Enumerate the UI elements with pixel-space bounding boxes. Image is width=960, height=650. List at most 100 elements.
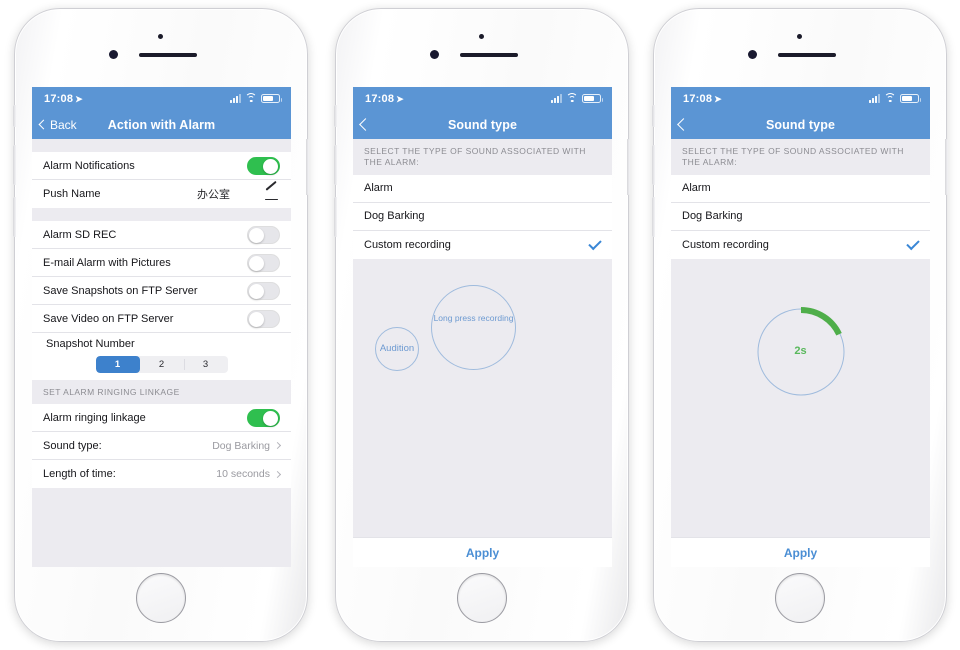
apply-button-2[interactable]: Apply — [353, 537, 612, 567]
wifi-icon — [884, 93, 896, 103]
phone-device-3: 17:08 ➤ Sound type SELECT THE TYPE OF SOU… — [652, 8, 948, 642]
apply-button-3[interactable]: Apply — [671, 537, 930, 567]
wifi-icon — [245, 93, 257, 103]
location-arrow-icon: ➤ — [396, 93, 404, 104]
status-bar-2: 17:08 ➤ — [353, 87, 612, 110]
email-alarm-toggle[interactable] — [247, 253, 280, 272]
row-length-of-time[interactable]: Length of time: 10 seconds — [32, 460, 291, 489]
battery-icon — [261, 94, 282, 103]
option-label: Custom recording — [682, 238, 769, 251]
option-custom-recording[interactable]: Custom recording — [671, 230, 930, 259]
phone-device-1: 17:08 ➤ Back Action with Alarm Alarm Not… — [13, 8, 309, 642]
length-of-time-value: 10 seconds — [216, 468, 270, 481]
row-email-alarm[interactable]: E-mail Alarm with Pictures — [32, 249, 291, 277]
back-button[interactable] — [671, 118, 690, 131]
option-alarm[interactable]: Alarm — [671, 174, 930, 203]
sound-type-value: Dog Barking — [212, 439, 270, 452]
silent-switch[interactable] — [334, 105, 337, 127]
earpiece-speaker — [778, 53, 836, 57]
volume-down-button[interactable] — [652, 197, 655, 237]
apply-label: Apply — [783, 545, 818, 560]
page-title: Sound type — [447, 117, 518, 132]
section-gap — [32, 139, 291, 152]
segment-option-1[interactable]: 1 — [95, 356, 140, 373]
sensor-icon — [430, 50, 439, 59]
row-label: Alarm SD REC — [43, 228, 117, 241]
chevron-right-icon — [273, 442, 282, 450]
push-name-value: 办公室 — [197, 189, 230, 201]
recording-timer-pane: 2s — [671, 258, 930, 537]
option-alarm[interactable]: Alarm — [353, 174, 612, 203]
checkmark-icon — [906, 236, 920, 251]
save-snapshots-ftp-toggle[interactable] — [247, 281, 280, 300]
status-indicators — [869, 93, 921, 103]
volume-up-button[interactable] — [652, 145, 655, 185]
volume-down-button[interactable] — [13, 197, 16, 237]
power-button[interactable] — [306, 139, 309, 195]
alarm-ringing-linkage-toggle[interactable] — [247, 408, 280, 427]
edit-pencil-icon[interactable] — [264, 180, 280, 201]
earpiece-speaker — [460, 53, 518, 57]
volume-up-button[interactable] — [334, 145, 337, 185]
row-alarm-ringing-linkage[interactable]: Alarm ringing linkage — [32, 404, 291, 433]
row-save-snapshots-ftp[interactable]: Save Snapshots on FTP Server — [32, 277, 291, 305]
status-clock: 17:08 ➤ — [44, 93, 83, 105]
battery-icon — [900, 94, 921, 103]
volume-down-button[interactable] — [334, 197, 337, 237]
long-press-record-label: Long press recording — [433, 313, 514, 324]
wifi-icon — [566, 93, 578, 103]
audition-button[interactable]: Audition — [375, 326, 419, 371]
nav-bar-3: Sound type — [671, 110, 930, 139]
home-button[interactable] — [457, 573, 507, 623]
snapshot-number-row: Snapshot Number — [32, 333, 291, 353]
row-label: Alarm ringing linkage — [43, 411, 146, 424]
snapshot-number-segmented-control[interactable]: 1 2 3 — [95, 356, 228, 373]
row-sound-type[interactable]: Sound type: Dog Barking — [32, 432, 291, 461]
silent-switch[interactable] — [652, 105, 655, 127]
row-label: Push Name — [43, 188, 101, 200]
earpiece-speaker — [139, 53, 197, 57]
row-push-name[interactable]: Push Name 办公室 — [32, 180, 291, 208]
back-button[interactable]: Back — [32, 118, 77, 132]
row-alarm-notifications[interactable]: Alarm Notifications — [32, 152, 291, 180]
home-button[interactable] — [775, 573, 825, 623]
save-video-ftp-toggle[interactable] — [247, 309, 280, 328]
instruction-text: SELECT THE TYPE OF SOUND ASSOCIATED WITH… — [671, 139, 930, 175]
screenshot-stage: 17:08 ➤ Back Action with Alarm Alarm Not… — [0, 0, 960, 650]
option-label: Alarm — [682, 182, 711, 195]
screen-3: 17:08 ➤ Sound type SELECT THE TYPE OF SOU… — [671, 87, 930, 567]
row-label: Sound type: — [43, 439, 102, 452]
row-save-video-ftp[interactable]: Save Video on FTP Server — [32, 305, 291, 333]
power-button[interactable] — [627, 139, 630, 195]
chevron-left-icon — [677, 118, 690, 131]
option-label: Alarm — [364, 182, 393, 195]
row-label: Save Snapshots on FTP Server — [43, 284, 198, 297]
chevron-left-icon — [359, 118, 372, 131]
back-button[interactable] — [353, 118, 372, 131]
long-press-record-button[interactable]: Long press recording — [431, 284, 516, 370]
option-dog-barking[interactable]: Dog Barking — [671, 202, 930, 231]
volume-up-button[interactable] — [13, 145, 16, 185]
home-button[interactable] — [136, 573, 186, 623]
silent-switch[interactable] — [13, 105, 16, 127]
power-button[interactable] — [945, 139, 948, 195]
row-label: Length of time: — [43, 468, 116, 481]
alarm-sd-rec-toggle[interactable] — [247, 225, 280, 244]
recording-timer-label: 2s — [794, 344, 807, 357]
snapshot-number-segmented-wrap: 1 2 3 — [32, 353, 291, 380]
screen-1: 17:08 ➤ Back Action with Alarm Alarm Not… — [32, 87, 291, 567]
option-custom-recording[interactable]: Custom recording — [353, 230, 612, 259]
segment-option-3[interactable]: 3 — [183, 356, 228, 373]
section-gap — [32, 208, 291, 221]
option-dog-barking[interactable]: Dog Barking — [353, 202, 612, 231]
phone-device-2: 17:08 ➤ Sound type SELECT THE TYPE OF SOU… — [334, 8, 630, 642]
segment-option-2[interactable]: 2 — [140, 356, 184, 373]
status-time: 17:08 — [44, 92, 74, 105]
status-time: 17:08 — [683, 92, 713, 105]
alarm-notifications-toggle[interactable] — [247, 156, 280, 175]
row-alarm-sd-rec[interactable]: Alarm SD REC — [32, 221, 291, 249]
sensor-icon — [109, 50, 118, 59]
screen-2: 17:08 ➤ Sound type SELECT THE TYPE OF SOU… — [353, 87, 612, 567]
settings-group-2: Alarm SD REC E-mail Alarm with Pictures … — [32, 221, 291, 380]
option-label: Custom recording — [364, 238, 451, 251]
